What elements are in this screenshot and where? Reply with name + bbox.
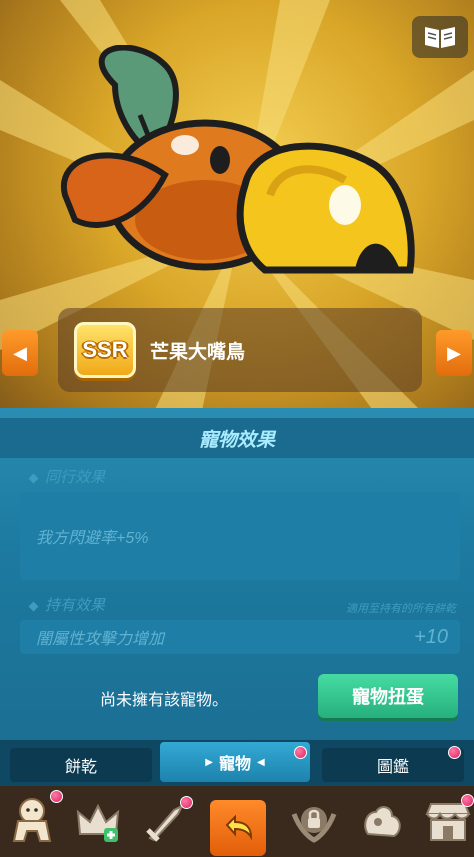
nav-locked-button[interactable] (286, 794, 342, 850)
holding-effect-value: +10 (414, 625, 448, 648)
shop-nav-notification-dot (461, 794, 474, 807)
collection-tab-notification-dot (448, 746, 461, 759)
tab-collection[interactable]: 圖鑑 (322, 748, 464, 782)
not-owned-message: 尚未擁有該寵物。 (100, 692, 229, 709)
holding-effect-label: 持有效果 (30, 594, 105, 615)
triangle-right-icon: ▶ (447, 342, 461, 363)
encyclopedia-book-button[interactable] (412, 16, 468, 58)
pet-name: 芒果大嘴鳥 (150, 341, 246, 363)
tab-pets-label: 寵物 (218, 756, 251, 773)
bottom-navigation (0, 786, 474, 857)
mango-toucan-illustration (60, 45, 415, 274)
companion-effect-box: 我方閃避率+5% (20, 492, 460, 580)
pet-gacha-button[interactable]: 寵物扭蛋 (318, 674, 458, 718)
pet-name-plate: SSR 芒果大嘴鳥 (58, 308, 422, 392)
treasure-icon (364, 806, 401, 838)
cookie-icon (12, 798, 52, 842)
nav-back-button[interactable] (210, 800, 266, 856)
sub-tab-bar: 餅乾 ▶ 寵物 ◀ 圖鑑 (0, 740, 474, 786)
triangle-left-icon: ◀ (13, 342, 27, 363)
equipment-nav-notification-dot (180, 796, 193, 809)
panel-title: 寵物效果 (0, 418, 474, 458)
next-pet-button[interactable]: ▶ (436, 330, 472, 376)
tab-cookies[interactable]: 餅乾 (10, 748, 152, 782)
nav-treasure-button[interactable] (354, 794, 410, 850)
companion-effect-text: 我方閃避率+5% (36, 530, 149, 547)
rarity-badge: SSR (74, 322, 136, 378)
holding-effect-text: 闇屬性攻擊力增加 (36, 631, 165, 648)
tab-active-right-marker-icon: ◀ (257, 756, 265, 768)
cookies-nav-notification-dot (50, 790, 63, 803)
companion-effect-label: 同行效果 (30, 466, 105, 487)
previous-pet-button[interactable]: ◀ (2, 330, 38, 376)
holding-effect-note: 適用至持有的所有餅乾 (346, 603, 456, 615)
pets-tab-notification-dot (294, 746, 307, 759)
tab-active-left-marker-icon: ▶ (205, 756, 213, 768)
holding-effect-box: 闇屬性攻擊力增加 +10 (20, 620, 460, 654)
back-arrow-icon (225, 814, 253, 841)
crown-icon (76, 803, 120, 842)
book-icon (425, 27, 455, 48)
tab-pets[interactable]: ▶ 寵物 ◀ (160, 742, 310, 782)
pet-artwork-area: ◀ ▶ SSR 芒果大嘴鳥 (0, 0, 474, 420)
nav-crown-button[interactable] (70, 794, 126, 850)
lock-icon (291, 807, 337, 843)
nav-cookies-button[interactable] (4, 794, 60, 850)
